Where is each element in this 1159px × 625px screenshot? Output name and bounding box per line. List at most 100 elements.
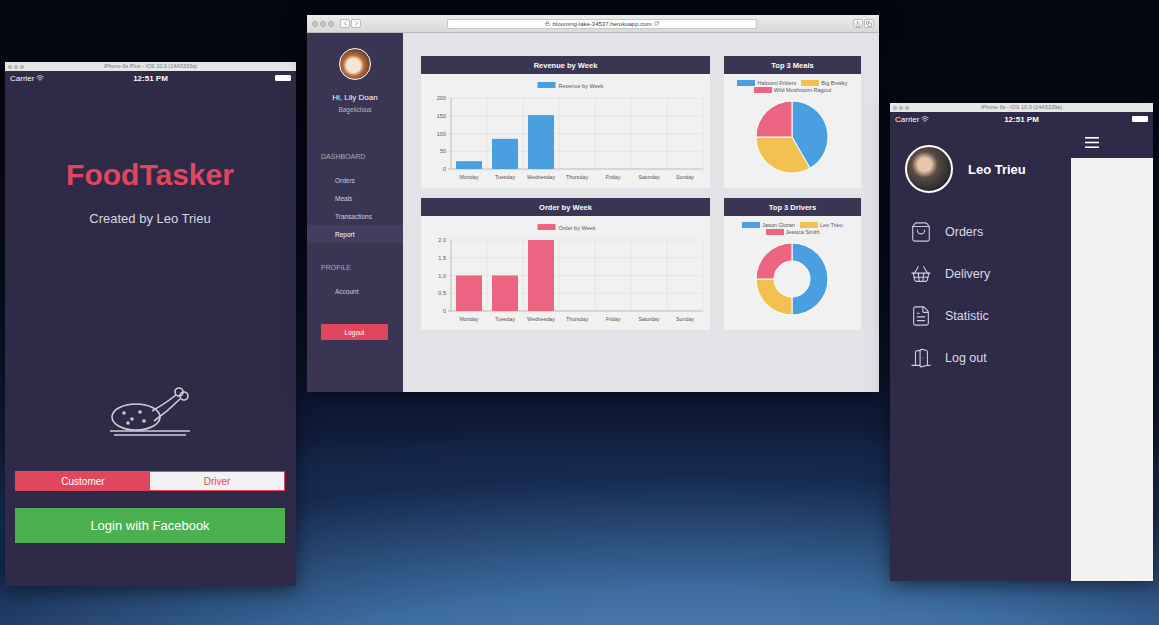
window-button[interactable] xyxy=(320,21,326,27)
sidebar-section-title: DASHBOARD xyxy=(307,152,403,162)
content-panel xyxy=(1071,126,1153,581)
login-button[interactable]: Login with Facebook xyxy=(15,508,285,543)
menu-item[interactable]: Orders xyxy=(890,211,1071,253)
window-button[interactable] xyxy=(20,65,24,69)
legend-swatch xyxy=(801,80,819,86)
chart-slice[interactable] xyxy=(756,101,792,137)
address-bar[interactable]: blooming-lake-34537.herokuapp.com xyxy=(447,19,757,29)
y-tick: 100 xyxy=(437,131,703,137)
x-tick: Sunday xyxy=(676,240,703,322)
chart-legend: Order by Week xyxy=(538,224,596,231)
chart-bar[interactable] xyxy=(564,311,590,312)
chart-slice[interactable] xyxy=(792,243,828,315)
chart-bar[interactable] xyxy=(528,240,554,311)
window-controls xyxy=(312,21,334,27)
window-controls xyxy=(8,62,24,71)
svg-text:Monday: Monday xyxy=(460,174,479,180)
role-option[interactable]: Driver xyxy=(150,472,284,490)
login-screen: FoodTaskerCreated by Leo TrieuCustomerDr… xyxy=(5,85,296,586)
sidebar-item[interactable]: Orders xyxy=(307,171,403,189)
carrier: Carrier xyxy=(10,74,133,83)
status-bar: Carrier12:51 PM xyxy=(890,112,1153,126)
app-title: FoodTasker xyxy=(15,157,285,193)
profile-avatar xyxy=(339,48,371,80)
bar-chart: Order by Week00.51.01.52.0MondayTuesdayW… xyxy=(421,216,710,330)
menu-item[interactable]: Statistic xyxy=(890,295,1071,337)
chart-bar[interactable] xyxy=(672,311,698,312)
legend-item[interactable]: Wild Mushroom Ragout xyxy=(754,87,831,93)
x-tick: Thursday xyxy=(566,98,595,180)
forward-button[interactable] xyxy=(351,19,361,28)
clock: 12:51 PM xyxy=(133,74,168,83)
legend-item[interactable]: Jason Gloran xyxy=(742,222,795,228)
chart-slice[interactable] xyxy=(756,279,792,315)
card-title: Top 3 Drivers xyxy=(724,198,861,216)
phone-screen: Carrier12:51 PM FoodTaskerCreated by Leo … xyxy=(5,71,296,586)
svg-text:0.5: 0.5 xyxy=(438,290,446,296)
svg-text:50: 50 xyxy=(440,148,446,154)
y-tick: 2.0 xyxy=(438,237,703,243)
chart-legend: Jason Gloran Leo TrieuJessica Smith xyxy=(724,216,861,235)
window-button[interactable] xyxy=(14,65,18,69)
window-button[interactable] xyxy=(312,21,318,27)
chart-slice[interactable] xyxy=(756,137,810,173)
chart-bar[interactable] xyxy=(492,276,518,312)
chart-bar[interactable] xyxy=(636,169,662,170)
chart-bar[interactable] xyxy=(600,311,626,312)
legend-swatch xyxy=(754,87,772,93)
battery-icon xyxy=(275,75,291,81)
chart-bar[interactable] xyxy=(456,161,482,169)
window-button[interactable] xyxy=(8,65,12,69)
bar-chart: Revenue by Week050100150200MondayTuesday… xyxy=(421,74,710,188)
window-button[interactable] xyxy=(893,106,897,110)
chart-bar[interactable] xyxy=(456,276,482,312)
menu-item[interactable]: Delivery xyxy=(890,253,1071,295)
x-tick: Saturday xyxy=(638,98,667,180)
chart-legend: Haloumi Fritters Big BrekkyWild Mushroom … xyxy=(724,74,861,93)
role-option[interactable]: Customer xyxy=(16,472,150,490)
menu-item[interactable]: Log out xyxy=(890,337,1071,379)
legend-item[interactable]: Leo Trieu xyxy=(800,222,843,228)
reload-icon[interactable] xyxy=(654,21,659,26)
window-title-bar: iPhone 6s Plus - iOS 10.0 (14A5339a) xyxy=(5,62,296,71)
sidebar-item[interactable]: Meals xyxy=(307,189,403,207)
sidebar-item[interactable]: Account xyxy=(307,282,403,300)
user-avatar xyxy=(905,145,953,193)
svg-text:Sunday: Sunday xyxy=(676,174,694,180)
chart-bar[interactable] xyxy=(636,311,662,312)
legend-swatch xyxy=(742,222,760,228)
x-tick: Sunday xyxy=(676,98,703,180)
window-button[interactable] xyxy=(899,106,903,110)
hamburger-icon[interactable] xyxy=(1085,137,1099,148)
user-name: Leo Trieu xyxy=(968,162,1026,177)
tabs-icon xyxy=(866,21,872,27)
tabs-button[interactable] xyxy=(864,19,874,28)
chart-bar[interactable] xyxy=(564,169,590,170)
browser-window: blooming-lake-34537.herokuapp.com Hi, Lil… xyxy=(307,15,879,392)
legend-item[interactable]: Jessica Smith xyxy=(766,229,820,235)
chart-bar[interactable] xyxy=(672,169,698,170)
legend-item[interactable]: Haloumi Fritters xyxy=(737,80,796,86)
chart-bar[interactable] xyxy=(492,139,518,169)
sidebar-item[interactable]: Report xyxy=(307,225,403,243)
browser-toolbar: blooming-lake-34537.herokuapp.com xyxy=(307,15,879,33)
back-button[interactable] xyxy=(340,19,350,28)
sidebar-item[interactable]: Transactions xyxy=(307,207,403,225)
chart-bar[interactable] xyxy=(528,115,554,169)
chart-bar[interactable] xyxy=(600,169,626,170)
desktop: iPhone 6s Plus - iOS 10.0 (14A5339a)Carr… xyxy=(0,0,1159,625)
svg-text:0: 0 xyxy=(443,308,446,314)
roast-chicken-icon xyxy=(106,381,194,441)
legend-item[interactable]: Big Brekky xyxy=(801,80,847,86)
chart-slice[interactable] xyxy=(756,243,792,279)
chart-card: Top 3 MealsHaloumi FrittersBig BrekkyWil… xyxy=(724,56,861,188)
svg-text:Monday: Monday xyxy=(460,316,479,322)
restaurant-name: Bagelicious xyxy=(307,106,403,114)
chart-legend: Revenue by Week xyxy=(538,82,604,89)
window-button[interactable] xyxy=(328,21,334,27)
logout-button[interactable]: Logout xyxy=(321,324,388,340)
window-button[interactable] xyxy=(905,106,909,110)
share-button[interactable] xyxy=(853,19,863,28)
greeting: Hi, Lily Doan xyxy=(307,93,403,103)
y-tick: 150 xyxy=(437,113,703,119)
